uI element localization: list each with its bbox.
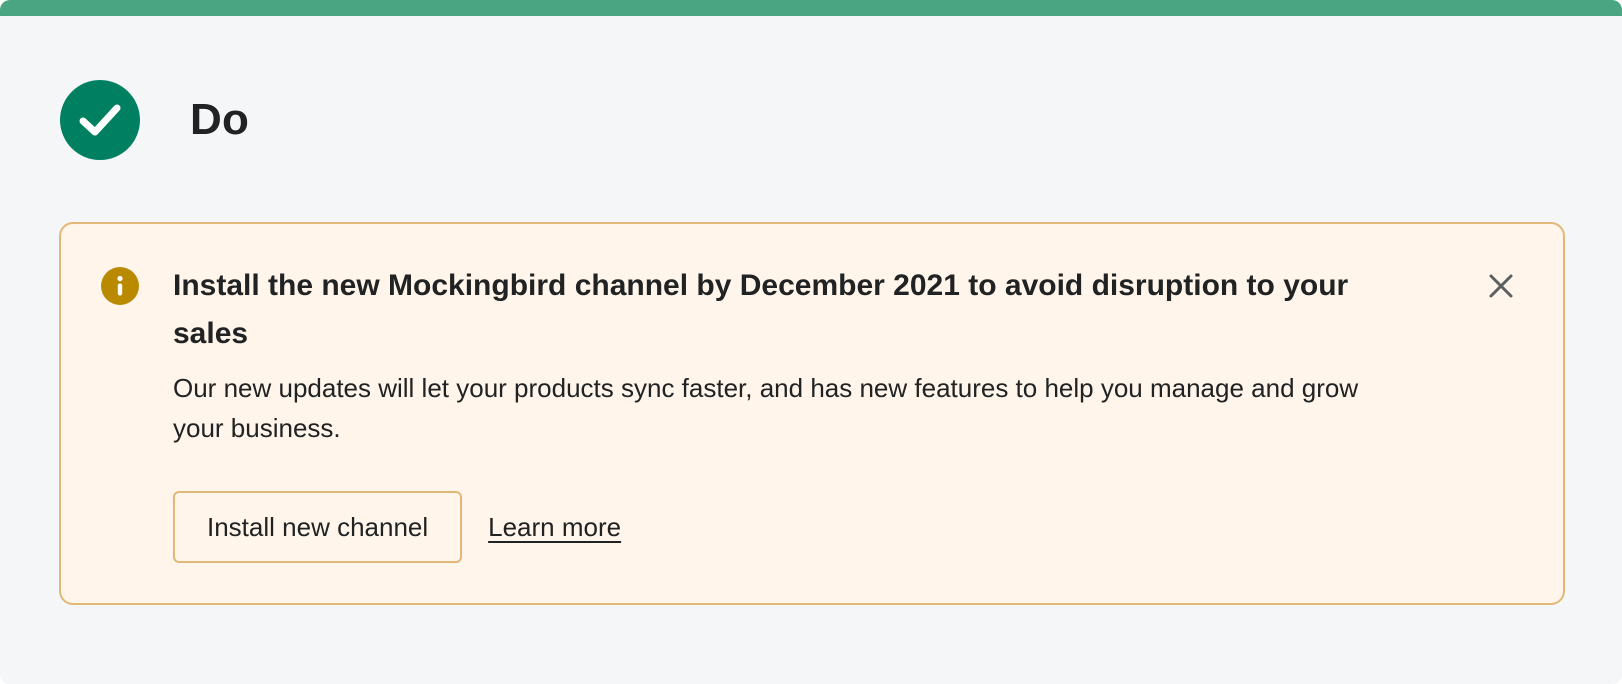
close-icon — [1489, 274, 1513, 298]
check-circle-icon — [60, 80, 140, 160]
banner-title: Install the new Mockingbird channel by D… — [173, 269, 1349, 350]
banner-body: Our new updates will let your products s… — [173, 373, 1359, 443]
do-accent-bar — [0, 0, 1622, 16]
do-header: Do — [60, 80, 249, 160]
learn-more-link[interactable]: Learn more — [488, 512, 621, 543]
banner-actions: Install new channel Learn more — [173, 491, 1393, 563]
banner-content: Install the new Mockingbird channel by D… — [173, 262, 1393, 563]
install-new-channel-button[interactable]: Install new channel — [173, 491, 463, 563]
warning-banner: Install the new Mockingbird channel by D… — [59, 222, 1565, 605]
dismiss-banner-button[interactable] — [1483, 268, 1519, 304]
do-example-card: Do Install the new Mockingbird channel b… — [0, 0, 1622, 684]
do-label: Do — [190, 95, 250, 144]
info-icon — [101, 267, 139, 305]
